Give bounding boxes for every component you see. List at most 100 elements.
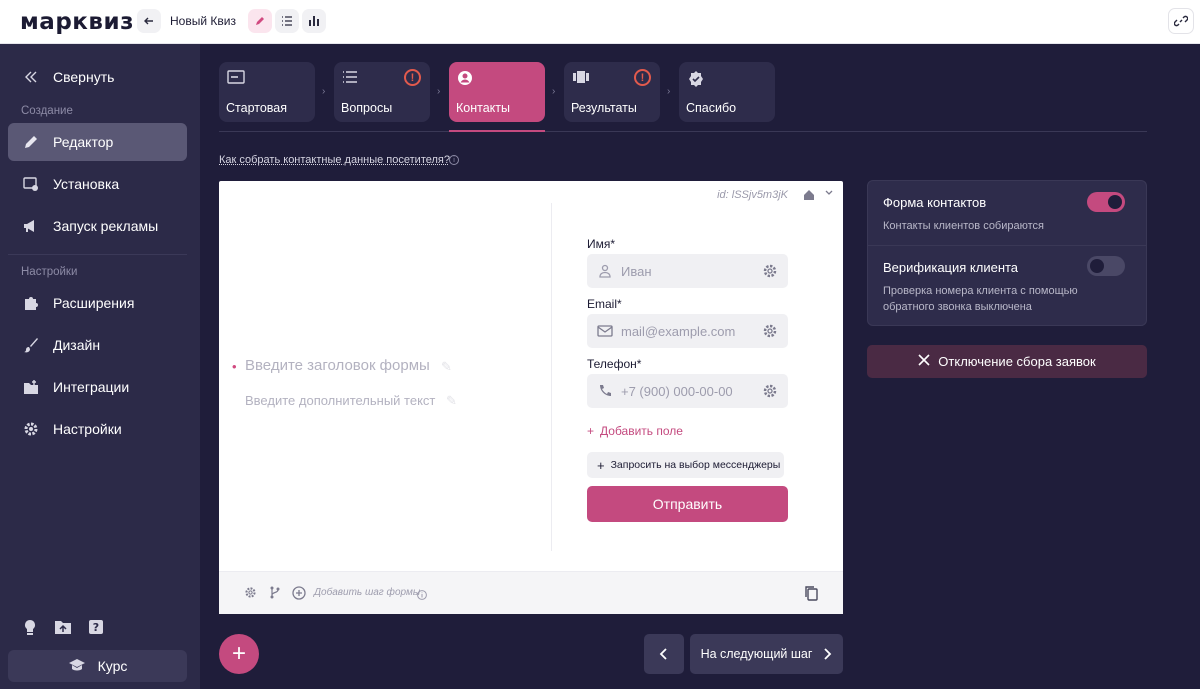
list-mode-button[interactable]	[275, 9, 299, 33]
active-step-underline	[449, 130, 545, 132]
sidebar-item-settings[interactable]: Настройки	[8, 410, 187, 448]
sidebar-item-install[interactable]: Установка	[8, 165, 187, 203]
sidebar-item-extensions[interactable]: Расширения	[8, 284, 187, 322]
name-field-label: Имя*	[587, 237, 616, 251]
sidebar: Свернуть Создание Редактор Установка Зап…	[0, 44, 200, 689]
chevron-right-icon: ›	[552, 86, 556, 97]
brush-icon	[22, 336, 40, 354]
mail-icon	[597, 325, 613, 337]
top-bar: марквиз Новый Квиз	[0, 0, 1200, 44]
chevron-right-icon: ›	[322, 86, 326, 97]
link-icon	[1174, 15, 1188, 27]
howto-link[interactable]: Как собрать контактные данные посетителя…	[219, 154, 450, 166]
gear-icon[interactable]	[244, 586, 257, 604]
step-start[interactable]: Стартовая	[219, 62, 315, 122]
verification-title: Верификация клиента	[883, 260, 1019, 275]
verification-toggle[interactable]	[1087, 256, 1125, 276]
sidebar-item-integrations[interactable]: Интеграции	[8, 368, 187, 406]
branch-icon[interactable]	[269, 586, 281, 604]
start-icon	[227, 70, 245, 89]
gear-icon	[22, 420, 40, 438]
add-form-step-label[interactable]: Добавить шаг формы	[314, 587, 420, 598]
sidebar-item-label: Интеграции	[53, 379, 130, 395]
sidebar-divider	[8, 254, 187, 255]
step-results[interactable]: ! Результаты	[564, 62, 660, 122]
plus-icon: +	[597, 457, 605, 473]
step-label: Стартовая	[226, 101, 287, 115]
step-contacts[interactable]: Контакты	[449, 62, 545, 122]
sidebar-item-editor[interactable]: Редактор	[8, 123, 187, 161]
help-icon[interactable]: ?	[88, 619, 104, 642]
card-footer: Добавить шаг формы	[219, 571, 843, 614]
gear-icon[interactable]	[762, 383, 778, 402]
form-title-input[interactable]: Введите заголовок формы	[245, 357, 430, 374]
folder-upload-icon[interactable]	[54, 619, 72, 642]
add-step-fab[interactable]: +	[219, 634, 259, 674]
request-messengers-label: Запросить на выбор мессенджеры	[610, 459, 781, 471]
user-icon	[457, 70, 473, 91]
home-icon[interactable]	[803, 188, 815, 206]
card-divider	[551, 203, 552, 551]
step-questions[interactable]: ! Вопросы	[334, 62, 430, 122]
step-label: Вопросы	[341, 101, 393, 115]
form-subtitle-input[interactable]: Введите дополнительный текст	[245, 393, 435, 408]
course-label: Курс	[97, 658, 128, 674]
sidebar-section-settings: Настройки	[21, 266, 78, 278]
edit-mode-button[interactable]	[248, 9, 272, 33]
request-messengers-button[interactable]: + Запросить на выбор мессенджеры	[587, 452, 784, 478]
sidebar-item-label: Дизайн	[53, 337, 101, 353]
panel-divider	[868, 245, 1146, 246]
stats-button[interactable]	[302, 9, 326, 33]
name-field[interactable]: Иван	[587, 254, 788, 288]
plus-circle-icon[interactable]	[292, 586, 306, 605]
contact-form-toggle[interactable]	[1087, 192, 1125, 212]
disable-collection-label: Отключение сбора заявок	[938, 354, 1096, 369]
contact-form-subtitle: Контакты клиентов собираются	[883, 220, 1044, 232]
sidebar-item-label: Настройки	[53, 421, 122, 437]
add-field-label: Добавить поле	[600, 424, 683, 438]
next-step-label: На следующий шаг	[700, 647, 813, 661]
sidebar-item-ads[interactable]: Запуск рекламы	[8, 207, 187, 245]
gear-icon[interactable]	[762, 263, 778, 282]
graduation-cap-icon	[68, 658, 86, 675]
arrow-left-icon	[144, 17, 153, 25]
pencil-icon	[256, 17, 264, 25]
quiz-name[interactable]: Новый Квиз	[170, 14, 236, 28]
info-icon	[417, 587, 427, 605]
warning-icon: !	[404, 69, 421, 86]
sidebar-collapse[interactable]: Свернуть	[8, 58, 187, 96]
person-icon	[597, 264, 613, 278]
previous-step-button[interactable]	[644, 634, 684, 674]
phone-field[interactable]: +7 (900) 000-00-00	[587, 374, 788, 408]
gear-icon[interactable]	[762, 323, 778, 342]
logo[interactable]: марквиз	[20, 9, 134, 35]
step-label: Спасибо	[686, 101, 737, 115]
copy-icon[interactable]	[804, 585, 818, 606]
puzzle-icon	[22, 294, 40, 312]
email-field[interactable]: mail@example.com	[587, 314, 788, 348]
verification-subtitle: Проверка номера клиента с помощью обратн…	[883, 285, 1078, 313]
email-field-label: Email*	[587, 297, 622, 311]
sidebar-item-label: Расширения	[53, 295, 135, 311]
submit-button[interactable]: Отправить	[587, 486, 788, 522]
next-step-button[interactable]: На следующий шаг	[690, 634, 843, 674]
sidebar-item-label: Запуск рекламы	[53, 218, 159, 234]
pencil-icon	[22, 133, 40, 151]
sidebar-item-design[interactable]: Дизайн	[8, 326, 187, 364]
pencil-icon: ✎	[441, 359, 452, 374]
contact-settings-panel: Форма контактов Контакты клиентов собира…	[867, 180, 1147, 326]
sidebar-item-label: Установка	[53, 176, 120, 192]
add-field-button[interactable]: + Добавить поле	[587, 424, 683, 438]
sidebar-bottom-icons: ?	[22, 619, 104, 642]
step-thanks[interactable]: Спасибо	[679, 62, 775, 122]
close-icon	[918, 354, 930, 369]
lightbulb-icon[interactable]	[22, 619, 38, 642]
list-icon	[282, 16, 292, 26]
course-button[interactable]: Курс	[8, 650, 187, 682]
chevron-down-icon[interactable]	[824, 188, 834, 201]
email-field-placeholder: mail@example.com	[621, 323, 736, 339]
disable-collection-button[interactable]: Отключение сбора заявок	[867, 345, 1147, 378]
share-link-button[interactable]	[1168, 8, 1194, 34]
back-button[interactable]	[137, 9, 161, 33]
info-icon[interactable]: i	[449, 155, 459, 165]
